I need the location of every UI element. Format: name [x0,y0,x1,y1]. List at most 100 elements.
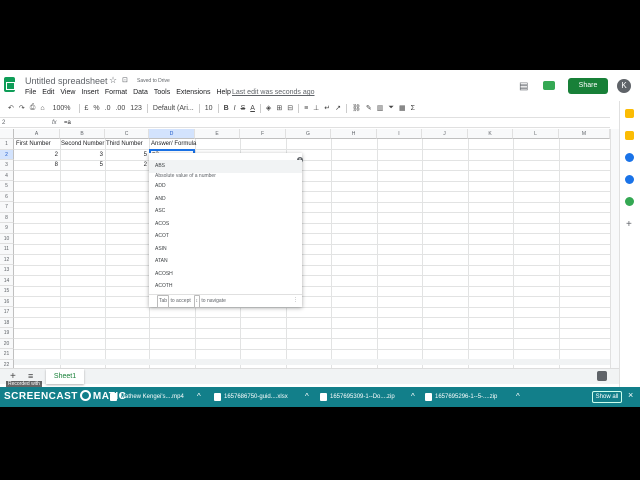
italic-button[interactable]: I [234,105,236,112]
suggestion-asc[interactable]: ASC [149,205,302,218]
row-header-13[interactable]: 13 [0,265,14,276]
menu-view[interactable]: View [60,89,75,96]
comment-history-icon[interactable]: ▤ [519,81,528,92]
explore-icon[interactable] [597,371,607,381]
wrap-icon[interactable]: ↵ [324,104,330,112]
menu-file[interactable]: File [25,89,36,96]
currency-button[interactable]: £ [85,105,89,112]
rotate-icon[interactable]: ↗ [335,104,341,112]
download-item-2[interactable]: 1657686750-guid....xlsx [212,387,304,407]
column-header-j[interactable]: J [422,129,468,139]
font-size-select[interactable]: 10 [205,105,213,112]
column-header-i[interactable]: I [377,129,422,139]
download-item-1[interactable]: Mathew Kengei's....mp4 [108,387,196,407]
cell-a1[interactable]: First Number [16,139,60,149]
saved-status[interactable]: Saved to Drive [137,78,170,84]
comment-icon[interactable]: ✎ [366,104,372,112]
contacts-icon[interactable] [625,175,634,184]
text-color-button[interactable]: A [250,105,255,112]
horizontal-scrollbar[interactable] [14,359,610,365]
avatar[interactable]: K [617,79,631,93]
chart-icon[interactable]: ▥ [377,104,384,112]
bold-button[interactable]: B [224,105,229,112]
row-header-21[interactable]: 21 [0,349,14,360]
row-header-16[interactable]: 16 [0,296,14,307]
suggestion-add[interactable]: ADD [149,180,302,193]
move-folder-icon[interactable]: ⊡ [122,76,128,84]
more-options-icon[interactable]: ⋮ [293,295,298,306]
keep-icon[interactable] [625,109,634,118]
close-icon[interactable]: × [628,390,633,400]
row-header-4[interactable]: 4 [0,170,14,181]
row-header-19[interactable]: 19 [0,328,14,339]
suggestion-acot[interactable]: ACOT [149,230,302,243]
name-box[interactable]: 2 [2,120,5,126]
column-header-a[interactable]: A [14,129,60,139]
cell-b2[interactable]: 3 [60,150,103,160]
row-header-20[interactable]: 20 [0,338,14,349]
row-header-12[interactable]: 12 [0,254,14,265]
row-header-11[interactable]: 11 [0,244,14,255]
number-format-select[interactable]: 123 [130,105,142,112]
menu-tools[interactable]: Tools [154,89,170,96]
cell-c3[interactable]: 2 [105,160,147,170]
font-select[interactable]: Default (Ari... [153,105,194,112]
menu-help[interactable]: Help [216,89,230,96]
chevron-up-icon[interactable]: ^ [305,387,309,407]
row-header-8[interactable]: 8 [0,212,14,223]
all-sheets-icon[interactable]: ≡ [28,371,33,381]
merge-cells-icon[interactable]: ⊟ [287,104,293,112]
row-header-10[interactable]: 10 [0,233,14,244]
filter-icon[interactable]: ⏷ [388,104,394,112]
row-header-18[interactable]: 18 [0,317,14,328]
filter-views-icon[interactable]: ▦ [399,104,406,112]
cell-d1[interactable]: Answer/ Formula [151,139,197,149]
menu-extensions[interactable]: Extensions [176,89,210,96]
column-header-m[interactable]: M [559,129,610,139]
sheet-grid[interactable]: A B C D E F G H I J K L M 1 2 3 4 5 6 7 … [0,129,610,370]
chevron-up-icon[interactable]: ^ [197,387,201,407]
percent-button[interactable]: % [93,105,99,112]
column-header-c[interactable]: C [105,129,149,139]
suggestion-acosh[interactable]: ACOSH [149,268,302,281]
chevron-up-icon[interactable]: ^ [411,387,415,407]
star-icon[interactable]: ☆ [109,75,117,86]
row-header-5[interactable]: 5 [0,181,14,192]
link-icon[interactable]: ⛓ [352,104,361,112]
increase-decimal-button[interactable]: .00 [115,105,125,112]
cell-c1[interactable]: Third Number [106,139,149,149]
sheets-logo-icon[interactable] [4,77,15,92]
suggestion-abs[interactable]: ABS [149,160,302,173]
vertical-align-icon[interactable]: ⊥ [313,104,319,112]
cell-b1[interactable]: Second Number [61,139,105,149]
add-addon-icon[interactable]: + [626,219,632,230]
show-all-button[interactable]: Show all [592,391,622,403]
column-header-d[interactable]: D [149,129,195,139]
menu-data[interactable]: Data [133,89,148,96]
decrease-decimal-button[interactable]: .0 [105,105,111,112]
column-header-k[interactable]: K [468,129,513,139]
vertical-scrollbar[interactable] [610,129,619,369]
fill-color-icon[interactable]: ◈ [266,104,271,112]
chevron-up-icon[interactable]: ^ [516,387,520,407]
formula-input[interactable]: =a [64,120,71,126]
menu-edit[interactable]: Edit [42,89,54,96]
cell-a2[interactable]: 2 [14,150,58,160]
maps-icon[interactable] [625,197,634,206]
row-header-14[interactable]: 14 [0,275,14,286]
functions-button[interactable]: Σ [411,105,415,112]
calendar-icon[interactable] [625,131,634,140]
suggestion-atan[interactable]: ATAN [149,255,302,268]
paint-format-icon[interactable]: ⌂ [40,105,44,112]
undo-icon[interactable]: ↶ [8,104,14,112]
download-item-4[interactable]: 1657695296-1--5-....zip [423,387,515,407]
last-edit-link[interactable]: Last edit was seconds ago [232,89,315,96]
sheet-tab[interactable]: Sheet1 [46,369,84,384]
download-item-3[interactable]: 1657695309-1--Do....zip [318,387,410,407]
row-header-3[interactable]: 3 [0,160,14,171]
row-header-7[interactable]: 7 [0,202,14,213]
document-title[interactable]: Untitled spreadsheet [25,76,108,86]
column-header-f[interactable]: F [240,129,286,139]
menu-format[interactable]: Format [105,89,127,96]
suggestion-asin[interactable]: ASIN [149,243,302,256]
